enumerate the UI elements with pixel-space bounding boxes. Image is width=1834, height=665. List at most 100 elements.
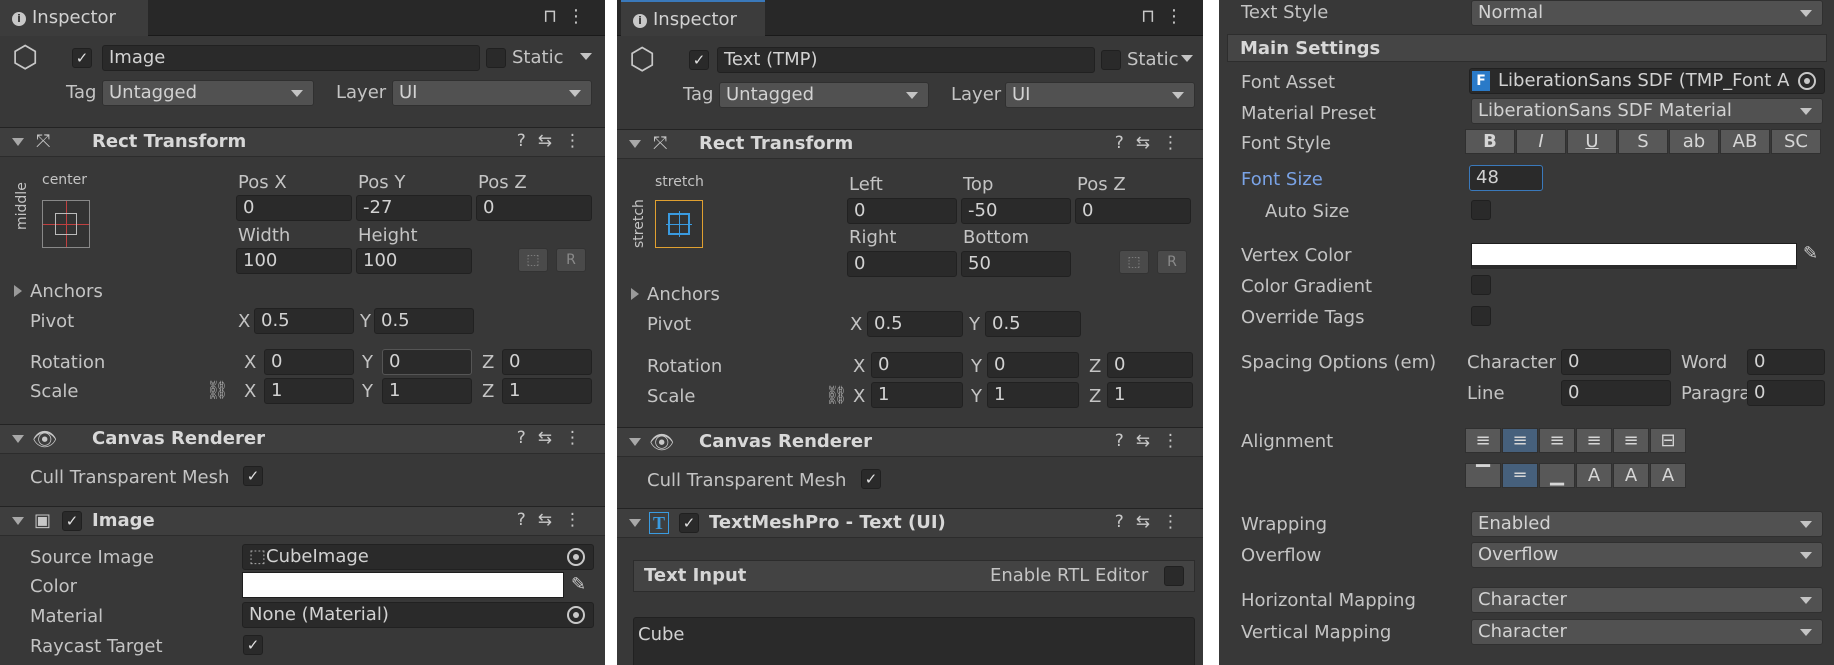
blueprint-mode-button[interactable]: ⬚ bbox=[518, 248, 548, 272]
pivot-y-field[interactable]: 0.5 bbox=[985, 311, 1081, 337]
width-field[interactable]: 100 bbox=[236, 248, 352, 274]
tab-inspector[interactable]: i Inspector bbox=[621, 0, 765, 36]
wrapping-dropdown[interactable]: Enabled bbox=[1471, 511, 1823, 537]
scale-x-field[interactable]: 1 bbox=[264, 378, 354, 404]
line-spacing-field[interactable]: 0 bbox=[1561, 380, 1671, 406]
anchors-label[interactable]: Anchors bbox=[647, 284, 720, 305]
scale-x-field[interactable]: 1 bbox=[871, 382, 963, 408]
fold-arrow-icon[interactable] bbox=[629, 519, 641, 527]
fold-arrow-icon[interactable] bbox=[12, 435, 24, 443]
pivot-y-field[interactable]: 0.5 bbox=[374, 308, 474, 334]
component-options[interactable]: ?⇆⋮ bbox=[1115, 431, 1191, 451]
height-field[interactable]: 100 bbox=[356, 248, 472, 274]
align-midline-icon[interactable]: A bbox=[1613, 463, 1649, 488]
tab-options[interactable]: ⊓⋮ bbox=[1141, 6, 1193, 27]
component-options[interactable]: ?⇆⋮ bbox=[1115, 512, 1191, 532]
top-field[interactable]: -50 bbox=[961, 198, 1071, 224]
raycast-checkbox[interactable]: ✓ bbox=[243, 635, 263, 655]
right-field[interactable]: 0 bbox=[847, 251, 957, 277]
bottom-field[interactable]: 50 bbox=[961, 251, 1071, 277]
object-picker-icon[interactable] bbox=[1798, 72, 1816, 90]
override-tags-checkbox[interactable] bbox=[1471, 306, 1491, 326]
align-justified-icon[interactable]: ≡ bbox=[1576, 428, 1612, 453]
anchors-fold-icon[interactable] bbox=[14, 285, 22, 297]
layer-dropdown[interactable]: UI bbox=[392, 80, 592, 106]
anchor-preset-button[interactable] bbox=[655, 200, 703, 248]
bold-button[interactable]: B bbox=[1465, 129, 1515, 154]
object-picker-icon[interactable] bbox=[567, 606, 585, 624]
scale-y-field[interactable]: 1 bbox=[987, 382, 1079, 408]
eyedropper-icon[interactable]: ✎ bbox=[571, 574, 586, 595]
align-flush-icon[interactable]: ≡ bbox=[1613, 428, 1649, 453]
tag-dropdown[interactable]: Untagged bbox=[719, 82, 929, 108]
underline-button[interactable]: U bbox=[1567, 129, 1617, 154]
raw-edit-button[interactable]: R bbox=[556, 248, 586, 272]
lock-icon[interactable]: ⊓ bbox=[1141, 6, 1165, 27]
rtl-checkbox[interactable] bbox=[1164, 566, 1184, 586]
active-checkbox[interactable]: ✓ bbox=[689, 50, 709, 70]
blueprint-mode-button[interactable]: ⬚ bbox=[1119, 250, 1149, 274]
overflow-dropdown[interactable]: Overflow bbox=[1471, 542, 1823, 568]
smallcaps-button[interactable]: SC bbox=[1771, 129, 1821, 154]
rotation-y-field[interactable]: 0 bbox=[382, 349, 472, 375]
main-settings-header[interactable]: Main Settings bbox=[1227, 34, 1827, 62]
text-style-dropdown[interactable]: Normal bbox=[1471, 0, 1823, 26]
scale-link-icon[interactable]: ⛓ bbox=[206, 380, 229, 401]
word-spacing-field[interactable]: 0 bbox=[1747, 349, 1825, 375]
component-options[interactable]: ?⇆⋮ bbox=[517, 428, 593, 448]
horizontal-mapping-dropdown[interactable]: Character bbox=[1471, 587, 1823, 613]
align-geometry-center-icon[interactable]: ⊟ bbox=[1650, 428, 1686, 453]
material-field[interactable]: None (Material) bbox=[242, 602, 594, 628]
fold-arrow-icon[interactable] bbox=[629, 438, 641, 446]
left-field[interactable]: 0 bbox=[847, 198, 957, 224]
active-checkbox[interactable]: ✓ bbox=[72, 48, 92, 68]
gameobject-cube-icon[interactable]: ⬡ bbox=[12, 40, 38, 75]
anchors-fold-icon[interactable] bbox=[631, 288, 639, 300]
scale-link-icon[interactable]: ⛓ bbox=[825, 385, 848, 406]
lock-icon[interactable]: ⊓ bbox=[543, 6, 567, 27]
vertical-mapping-dropdown[interactable]: Character bbox=[1471, 619, 1823, 645]
object-name-field[interactable]: Text (TMP) bbox=[717, 47, 1095, 73]
scale-y-field[interactable]: 1 bbox=[382, 378, 472, 404]
align-baseline-icon[interactable]: A bbox=[1576, 463, 1612, 488]
source-image-field[interactable]: ⬚CubeImage bbox=[242, 544, 594, 570]
canvas-renderer-header[interactable]: 👁 Canvas Renderer ?⇆⋮ bbox=[0, 424, 605, 454]
anchors-label[interactable]: Anchors bbox=[30, 281, 103, 302]
pos-y-field[interactable]: -27 bbox=[356, 195, 472, 221]
italic-button[interactable]: I bbox=[1516, 129, 1566, 154]
paragraph-spacing-field[interactable]: 0 bbox=[1747, 380, 1825, 406]
object-picker-icon[interactable] bbox=[567, 548, 585, 566]
textmeshpro-header[interactable]: T ✓ TextMeshPro - Text (UI) ?⇆⋮ bbox=[617, 508, 1203, 538]
auto-size-checkbox[interactable] bbox=[1471, 200, 1491, 220]
character-spacing-field[interactable]: 0 bbox=[1561, 349, 1671, 375]
align-capline-icon[interactable]: A bbox=[1650, 463, 1686, 488]
pivot-x-field[interactable]: 0.5 bbox=[254, 308, 354, 334]
align-middle-icon[interactable]: ═ bbox=[1502, 463, 1538, 488]
component-options[interactable]: ?⇆⋮ bbox=[517, 131, 593, 151]
rotation-y-field[interactable]: 0 bbox=[987, 352, 1079, 378]
rotation-x-field[interactable]: 0 bbox=[264, 349, 354, 375]
align-bottom-icon[interactable]: ▁ bbox=[1539, 463, 1575, 488]
canvas-renderer-header[interactable]: 👁 Canvas Renderer ?⇆⋮ bbox=[617, 427, 1203, 457]
align-left-icon[interactable]: ≡ bbox=[1465, 428, 1501, 453]
font-asset-field[interactable]: LiberationSans SDF (TMP_Font A bbox=[1469, 68, 1825, 94]
layer-dropdown[interactable]: UI bbox=[1005, 82, 1195, 108]
static-checkbox[interactable] bbox=[1101, 50, 1121, 70]
rotation-z-field[interactable]: 0 bbox=[502, 349, 592, 375]
color-swatch[interactable] bbox=[242, 572, 564, 598]
gameobject-cube-icon[interactable]: ⬡ bbox=[629, 42, 655, 77]
strikethrough-button[interactable]: S bbox=[1618, 129, 1668, 154]
tmp-enabled-checkbox[interactable]: ✓ bbox=[679, 513, 699, 533]
static-dropdown-arrow[interactable] bbox=[1181, 55, 1193, 62]
more-icon[interactable]: ⋮ bbox=[567, 6, 595, 27]
fold-arrow-icon[interactable] bbox=[12, 517, 24, 525]
tab-options[interactable]: ⊓⋮ bbox=[543, 6, 595, 27]
rotation-z-field[interactable]: 0 bbox=[1107, 352, 1193, 378]
rotation-x-field[interactable]: 0 bbox=[871, 352, 963, 378]
align-top-icon[interactable]: ▔ bbox=[1465, 463, 1501, 488]
tab-inspector[interactable]: i Inspector bbox=[0, 0, 148, 36]
pos-z-field[interactable]: 0 bbox=[1075, 198, 1191, 224]
static-checkbox[interactable] bbox=[486, 48, 506, 68]
align-right-icon[interactable]: ≡ bbox=[1539, 428, 1575, 453]
uppercase-button[interactable]: AB bbox=[1720, 129, 1770, 154]
